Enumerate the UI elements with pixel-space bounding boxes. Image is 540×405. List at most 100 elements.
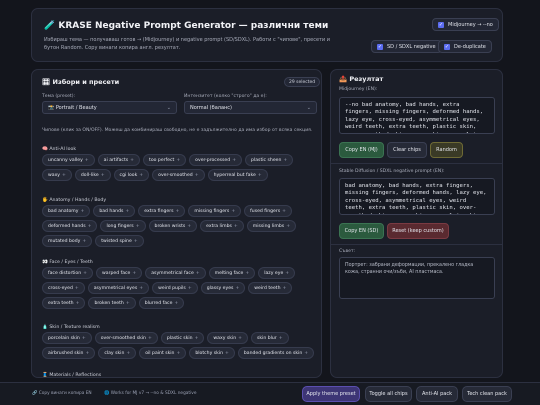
summary-label: Съвет: bbox=[339, 249, 356, 254]
chip[interactable]: ai artifacts + bbox=[97, 154, 141, 166]
plus-icon: + bbox=[286, 223, 291, 229]
plus-icon: + bbox=[283, 157, 288, 163]
chip[interactable]: melting face + bbox=[208, 267, 256, 279]
plus-icon: + bbox=[133, 238, 138, 244]
chip[interactable]: extra limbs + bbox=[200, 220, 244, 232]
plus-icon: + bbox=[176, 350, 181, 356]
plus-icon: + bbox=[304, 350, 309, 356]
chip[interactable]: porcelain skin + bbox=[42, 332, 92, 344]
chip-label: cross-eyed bbox=[48, 285, 73, 291]
chip[interactable]: waxy + bbox=[42, 169, 72, 181]
chip-label: lazy eye bbox=[264, 270, 284, 276]
chip[interactable]: deformed hands + bbox=[42, 220, 98, 232]
chip[interactable]: too perfect + bbox=[143, 154, 187, 166]
chip[interactable]: uncanny valley + bbox=[42, 154, 95, 166]
chip-label: airbrushed skin bbox=[48, 350, 84, 356]
chips-note: Чипове (клик за ON/OFF). Можеш да комбин… bbox=[42, 128, 313, 133]
result-panel: 📤 Резултат Midjourney (EN): --no bad ana… bbox=[330, 69, 503, 378]
random-button[interactable]: Random bbox=[430, 142, 463, 158]
chip-label: over-smoothed skin bbox=[100, 335, 146, 341]
toggle-all-button[interactable]: Toggle all chips bbox=[365, 386, 412, 402]
copy-mj-button[interactable]: Copy EN (MJ) bbox=[339, 142, 384, 158]
chip-group: 👀 Face / Eyes / Teeth face distortion + war… bbox=[42, 258, 317, 309]
chevron-down-icon: ⌄ bbox=[306, 105, 311, 111]
plus-icon: + bbox=[194, 335, 199, 341]
chip[interactable]: asymmetrical face + bbox=[145, 267, 206, 279]
chip[interactable]: lazy eye + bbox=[258, 267, 296, 279]
chip[interactable]: weird pupils + bbox=[152, 282, 198, 294]
chip[interactable]: face distortion + bbox=[42, 267, 93, 279]
chip-label: bad hands bbox=[99, 208, 124, 214]
chip[interactable]: twisted spine + bbox=[95, 235, 144, 247]
chip[interactable]: doll-like + bbox=[74, 169, 111, 181]
chip[interactable]: missing limbs + bbox=[246, 220, 297, 232]
chip-label: broken teeth bbox=[94, 300, 124, 306]
chip-label: blotchy skin bbox=[195, 350, 223, 356]
toggle-midjourney[interactable]: ✓ Midjourney → --no bbox=[432, 18, 499, 31]
intensity-select[interactable]: Normal (баланс) ⌄ bbox=[184, 101, 317, 114]
sd-output[interactable]: bad anatomy, bad hands, extra fingers, m… bbox=[339, 178, 495, 215]
chip[interactable]: clay skin + bbox=[98, 347, 137, 359]
intensity-select-value: Normal (баланс) bbox=[190, 104, 233, 111]
chip-label: deformed hands bbox=[48, 223, 86, 229]
tech-clean-pack-button[interactable]: Tech clean pack bbox=[462, 386, 512, 402]
theme-select[interactable]: 📸 Portrait / Beauty ⌄ bbox=[42, 101, 177, 114]
chip[interactable]: banded gradients on skin + bbox=[237, 347, 315, 359]
intensity-label: Интензитет (колко "строго" да е): bbox=[184, 94, 267, 99]
apply-preset-button[interactable]: Apply theme preset bbox=[302, 386, 360, 402]
clear-chips-button[interactable]: Clear chips bbox=[387, 142, 427, 158]
chip[interactable]: asymmetrical eyes + bbox=[87, 282, 150, 294]
chip[interactable]: over-processed + bbox=[189, 154, 243, 166]
chip-label: over-processed bbox=[195, 157, 231, 163]
chip-label: fused fingers bbox=[250, 208, 281, 214]
chip[interactable]: warped face + bbox=[96, 267, 143, 279]
plus-icon: + bbox=[132, 270, 137, 276]
plus-icon: + bbox=[135, 223, 140, 229]
chip[interactable]: bad anatomy + bbox=[42, 205, 91, 217]
reset-button[interactable]: Reset (keep custom) bbox=[387, 223, 449, 239]
options-title: 🎛 Избори и пресети bbox=[42, 78, 120, 86]
chip[interactable]: blotchy skin + bbox=[189, 347, 235, 359]
chip[interactable]: extra teeth + bbox=[42, 297, 86, 309]
chip[interactable]: mutated body + bbox=[42, 235, 93, 247]
chip[interactable]: over-smoothed skin + bbox=[94, 332, 158, 344]
chip[interactable]: over-smoothed + bbox=[152, 169, 205, 181]
mj-output[interactable]: --no bad anatomy, bad hands, extra finge… bbox=[339, 97, 495, 134]
plus-icon: + bbox=[238, 335, 242, 341]
toggle-sd-negative[interactable]: ✓ SD / SDXL negative bbox=[371, 40, 442, 53]
chip[interactable]: bad hands + bbox=[93, 205, 136, 217]
chip[interactable]: broken wrists + bbox=[148, 220, 198, 232]
chip[interactable]: weird teeth + bbox=[248, 282, 293, 294]
chevron-down-icon: ⌄ bbox=[166, 105, 171, 111]
chip[interactable]: glassy eyes + bbox=[200, 282, 246, 294]
chip-list: bad anatomy + bad hands + extra fingers + miss… bbox=[42, 205, 317, 247]
chip[interactable]: fused fingers + bbox=[244, 205, 292, 217]
chip-label: porcelain skin bbox=[48, 335, 80, 341]
chip[interactable]: cgi look + bbox=[113, 169, 150, 181]
plus-icon: + bbox=[74, 285, 79, 291]
chip-label: warped face bbox=[102, 270, 131, 276]
chip[interactable]: airbrushed skin + bbox=[42, 347, 96, 359]
plus-icon: + bbox=[139, 285, 144, 291]
chip[interactable]: cross-eyed + bbox=[42, 282, 85, 294]
chip[interactable]: blurred face + bbox=[138, 297, 185, 309]
copy-sd-button[interactable]: Copy EN (SD) bbox=[339, 223, 384, 239]
plus-icon: + bbox=[282, 285, 287, 291]
chip[interactable]: extra fingers + bbox=[138, 205, 186, 217]
chip[interactable]: oil paint skin + bbox=[139, 347, 187, 359]
chip[interactable]: missing fingers + bbox=[188, 205, 242, 217]
chip[interactable]: skin blur + bbox=[251, 332, 289, 344]
chip-label: over-smoothed bbox=[158, 172, 193, 178]
chip-list: face distortion + warped face + asymmetrical… bbox=[42, 267, 317, 309]
chip[interactable]: broken teeth + bbox=[88, 297, 136, 309]
chip[interactable]: waxy skin + bbox=[207, 332, 248, 344]
chip[interactable]: plastic sheen + bbox=[245, 154, 294, 166]
chip[interactable]: hyperreal but fake + bbox=[207, 169, 268, 181]
chip[interactable]: plastic skin + bbox=[160, 332, 205, 344]
chip[interactable]: long fingers + bbox=[100, 220, 146, 232]
chip-group: 🧠 Anti-AI look uncanny valley + ai artifact… bbox=[42, 145, 317, 181]
checkbox-icon: ✓ bbox=[438, 21, 444, 28]
divider bbox=[331, 244, 502, 245]
toggle-dedup[interactable]: ✓ De-duplicate bbox=[438, 40, 492, 53]
anti-ai-pack-button[interactable]: Anti-AI pack bbox=[416, 386, 458, 402]
